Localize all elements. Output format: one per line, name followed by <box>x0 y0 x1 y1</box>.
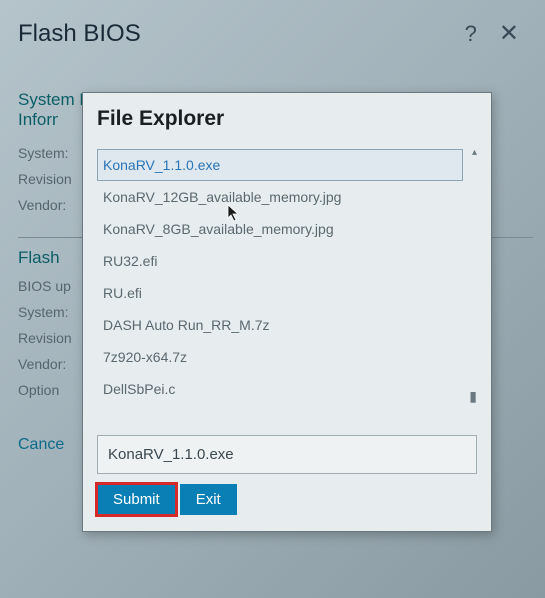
file-item[interactable]: 7z920-x64.7z <box>97 341 463 373</box>
file-item[interactable]: RU32.efi <box>97 245 463 277</box>
file-item[interactable]: DASH Auto Run_RR_M.7z <box>97 309 463 341</box>
file-explorer-dialog: File Explorer KonaRV_1.1.0.exeKonaRV_12G… <box>82 92 492 532</box>
close-icon[interactable]: ✕ <box>499 22 519 46</box>
scroll-down-icon[interactable]: ▮ <box>469 388 477 405</box>
scroll-up-icon[interactable]: ▴ <box>472 149 477 158</box>
exit-button[interactable]: Exit <box>180 484 237 515</box>
file-item[interactable]: KonaRV_1.1.0.exe <box>97 149 463 181</box>
file-item[interactable]: RU.efi <box>97 277 463 309</box>
file-list: KonaRV_1.1.0.exeKonaRV_12GB_available_me… <box>97 149 477 421</box>
file-item[interactable]: KonaRV_12GB_available_memory.jpg <box>97 181 463 213</box>
submit-button[interactable]: Submit <box>97 484 176 515</box>
file-item[interactable]: KonaRV_8GB_available_memory.jpg <box>97 213 463 245</box>
window-title: Flash BIOS <box>18 20 141 48</box>
titlebar: Flash BIOS ? ✕ <box>12 12 533 62</box>
scrollbar[interactable]: ▴ ▮ <box>467 149 477 421</box>
button-row: Submit Exit <box>97 484 477 515</box>
file-item[interactable]: DellSbPei.c <box>97 373 463 405</box>
filename-input[interactable]: KonaRV_1.1.0.exe <box>97 435 477 474</box>
dialog-title: File Explorer <box>97 107 477 131</box>
help-icon[interactable]: ? <box>465 23 477 45</box>
